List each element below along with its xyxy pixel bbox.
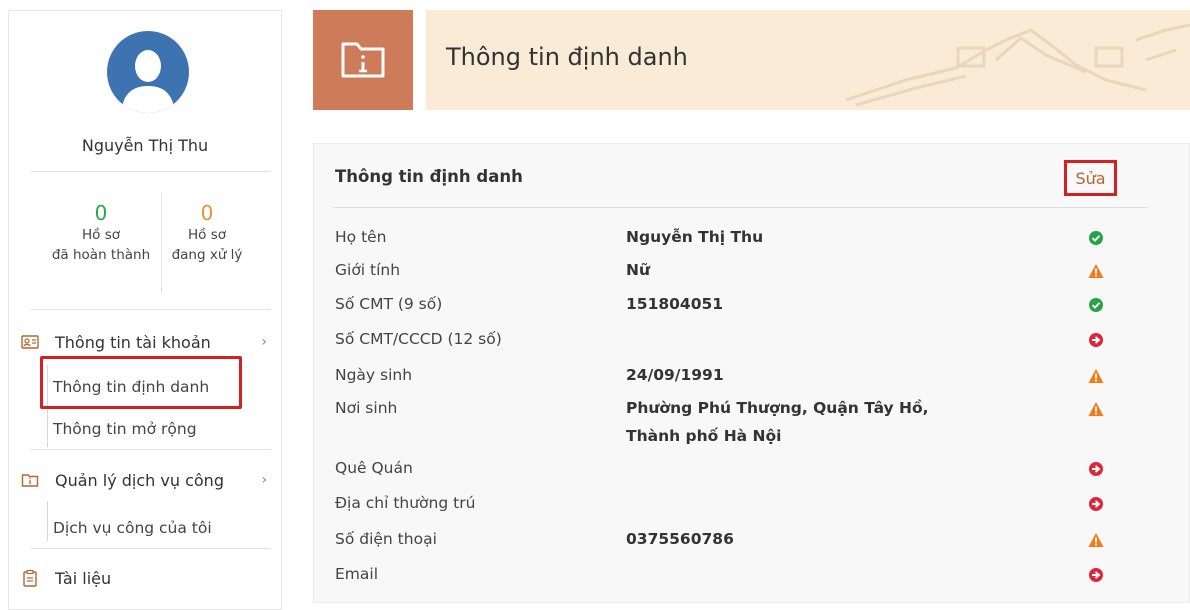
- submenu-line: [47, 501, 48, 541]
- folder-icon: [21, 474, 39, 487]
- divider: [31, 309, 271, 310]
- divider: [31, 171, 271, 172]
- divider: [31, 548, 271, 549]
- stat-completed-count: 0: [94, 201, 108, 225]
- arrow-circle-icon[interactable]: [1088, 496, 1104, 512]
- row-label: Email: [335, 565, 379, 583]
- avatar: [107, 31, 189, 113]
- header-icon-tile: [313, 10, 413, 110]
- header-banner: Thông tin định danh: [426, 10, 1190, 110]
- stat-processing[interactable]: 0 Hồ sơ đang xử lý: [147, 201, 267, 265]
- check-circle-icon: [1089, 231, 1103, 245]
- chevron-right-icon: ›: [261, 472, 267, 488]
- row-label: Nơi sinh: [335, 399, 398, 417]
- user-name: Nguyễn Thị Thu: [81, 136, 209, 155]
- folder-info-icon: [341, 42, 385, 78]
- row-value: Nguyễn Thị Thu: [626, 228, 764, 246]
- divider: [31, 449, 271, 450]
- warning-icon: [1088, 369, 1104, 383]
- row-value: 0375560786: [626, 530, 734, 548]
- page-title: Thông tin định danh: [446, 43, 688, 71]
- edit-button[interactable]: Sửa: [1064, 160, 1117, 196]
- menu-public-services[interactable]: Quản lý dịch vụ công ›: [21, 465, 271, 495]
- id-card-icon: [21, 335, 39, 349]
- row-label: Họ tên: [335, 228, 387, 246]
- stat-processing-label-1: Hồ sơ: [188, 227, 226, 243]
- divider: [333, 207, 1148, 208]
- check-circle-icon: [1089, 298, 1103, 312]
- row-value: 24/09/1991: [626, 366, 724, 384]
- menu-account-info-label: Thông tin tài khoản: [55, 332, 211, 352]
- menu-documents[interactable]: Tài liệu: [21, 563, 271, 593]
- identity-panel: Thông tin định danh Sửa Họ tên Nguyễn Th…: [313, 143, 1190, 603]
- highlight-box: [40, 356, 242, 409]
- submenu-my-services[interactable]: Dịch vụ công của tôi: [53, 519, 212, 537]
- sidebar: Nguyễn Thị Thu 0 Hồ sơ đã hoàn thành 0 H…: [8, 10, 282, 610]
- row-label: Số CMT (9 số): [335, 295, 443, 313]
- chevron-right-icon: ›: [261, 334, 267, 350]
- warning-icon: [1088, 264, 1104, 278]
- arrow-circle-icon[interactable]: [1088, 332, 1104, 348]
- warning-icon: [1088, 402, 1104, 416]
- bird-pattern-decoration: [846, 23, 1190, 107]
- row-label: Ngày sinh: [335, 366, 413, 384]
- row-label: Giới tính: [335, 261, 401, 279]
- row-label: Quê Quán: [335, 459, 413, 477]
- row-label: Địa chỉ thường trú: [335, 494, 476, 512]
- menu-account-info[interactable]: Thông tin tài khoản ›: [21, 327, 271, 357]
- row-value: 151804051: [626, 295, 724, 313]
- stat-processing-count: 0: [200, 201, 214, 225]
- warning-icon: [1088, 533, 1104, 547]
- submenu-extended-info[interactable]: Thông tin mở rộng: [53, 420, 197, 438]
- stat-completed-label-2: đã hoàn thành: [51, 247, 151, 263]
- arrow-circle-icon[interactable]: [1088, 567, 1104, 583]
- stat-completed-label-1: Hồ sơ: [82, 227, 120, 243]
- row-label: Số điện thoại: [335, 530, 437, 548]
- stat-completed[interactable]: 0 Hồ sơ đã hoàn thành: [41, 201, 161, 265]
- row-value: Nữ: [626, 261, 651, 279]
- clipboard-icon: [23, 569, 37, 587]
- arrow-circle-icon[interactable]: [1088, 461, 1104, 477]
- row-value: Phường Phú Thượng, Quận Tây Hồ, Thành ph…: [626, 394, 929, 450]
- row-value-line: Phường Phú Thượng, Quận Tây Hồ,: [626, 399, 929, 417]
- panel-title: Thông tin định danh: [335, 167, 523, 186]
- menu-documents-label: Tài liệu: [55, 568, 112, 588]
- menu-public-services-label: Quản lý dịch vụ công: [55, 470, 224, 490]
- row-label: Số CMT/CCCD (12 số): [335, 330, 502, 348]
- stat-processing-label-2: đang xử lý: [171, 247, 243, 263]
- row-value-line: Thành phố Hà Nội: [626, 427, 782, 445]
